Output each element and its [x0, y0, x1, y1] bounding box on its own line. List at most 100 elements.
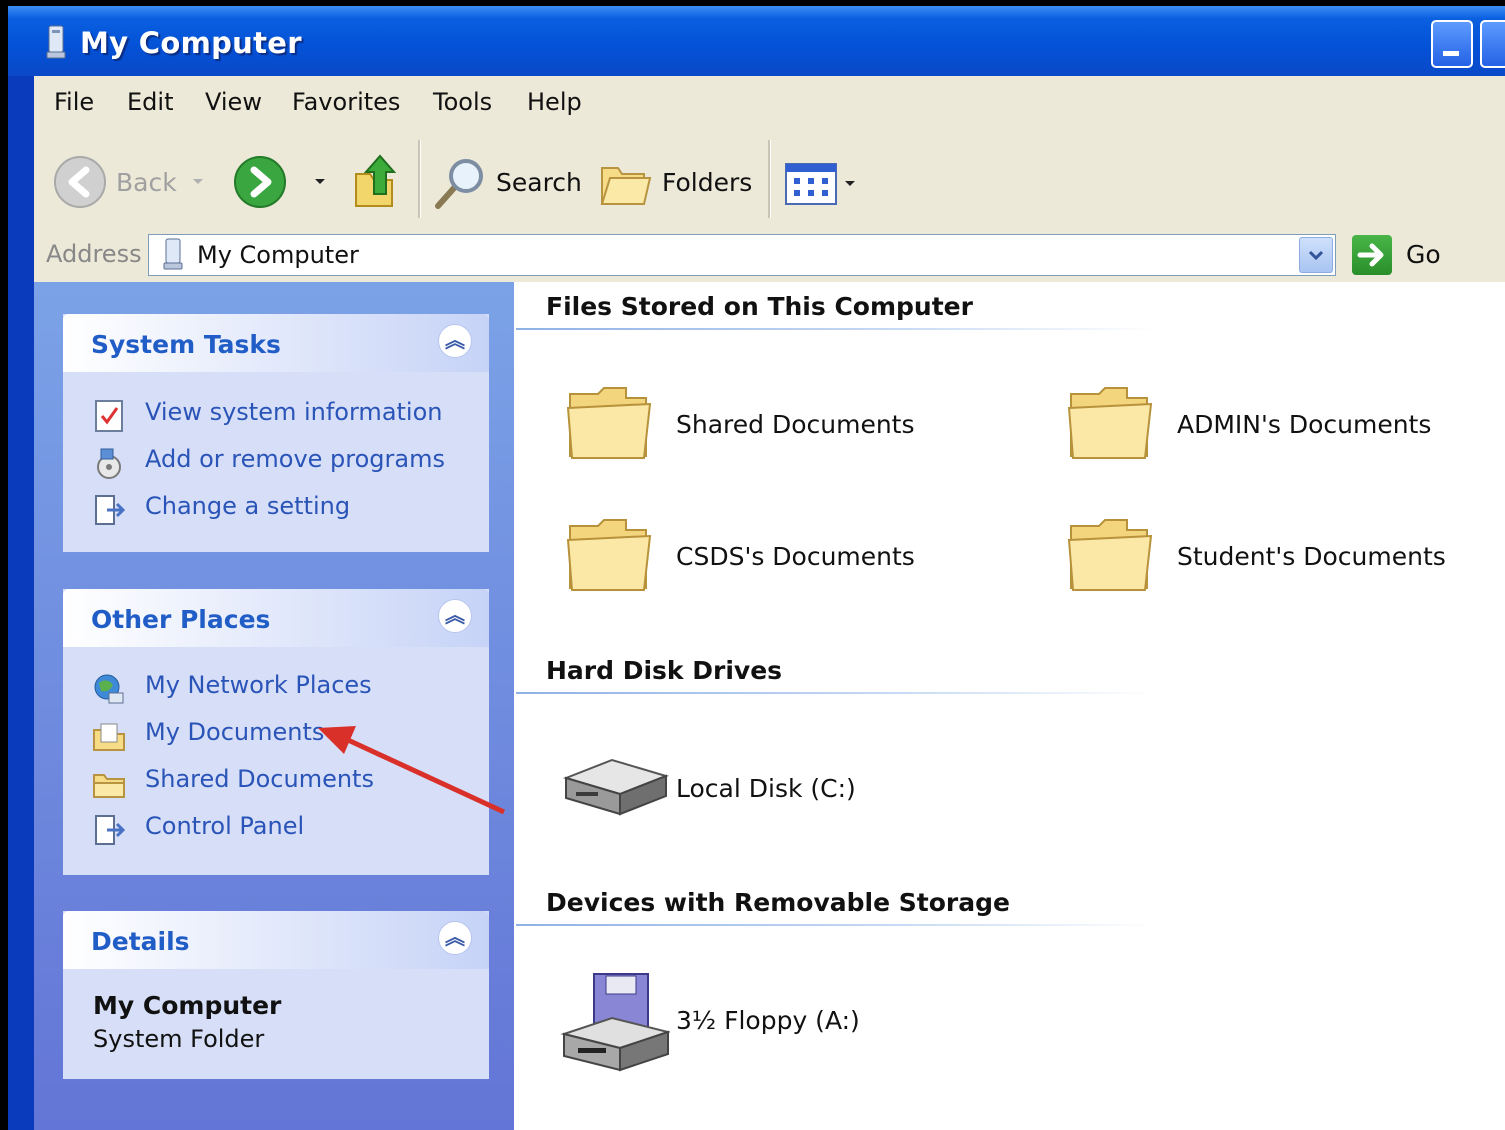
chevron-down-icon: [1308, 250, 1324, 260]
task-label: View system information: [145, 398, 443, 426]
folder-icon: [566, 387, 652, 459]
address-value: My Computer: [197, 241, 359, 269]
task-pane: System Tasks ︽ View system information A…: [34, 282, 514, 1130]
shared-folder-icon: [93, 774, 125, 798]
task-view-system-information[interactable]: View system information: [91, 396, 481, 432]
task-label: Change a setting: [145, 492, 351, 520]
folder-shared-documents[interactable]: Shared Documents: [554, 378, 974, 468]
maximize-button[interactable]: [1480, 20, 1505, 68]
collapse-chevron-icon[interactable]: ︽: [438, 921, 472, 955]
address-bar: Address My Computer Go: [34, 228, 1505, 282]
other-places-panel: Other Places ︽ My Network Places My Docu…: [63, 589, 489, 875]
folder-csds-documents[interactable]: CSDS's Documents: [554, 510, 974, 600]
address-input[interactable]: My Computer: [148, 234, 1336, 276]
place-control-panel[interactable]: Control Panel: [91, 810, 481, 846]
details-type: System Folder: [93, 1025, 265, 1053]
network-places-icon: [94, 674, 124, 704]
system-info-icon: [95, 400, 123, 432]
toolbar-separator: [768, 140, 771, 218]
details-name: My Computer: [93, 991, 282, 1020]
address-label: Address: [46, 240, 142, 268]
floppy-drive-icon: [560, 973, 670, 1072]
details-panel: Details ︽ My Computer System Folder: [63, 911, 489, 1079]
menu-favorites[interactable]: Favorites: [292, 88, 400, 116]
system-tasks-panel: System Tasks ︽ View system information A…: [63, 314, 489, 552]
back-arrow-icon: [54, 156, 106, 208]
drive-local-disk-c[interactable]: Local Disk (C:): [554, 742, 974, 832]
menu-help[interactable]: Help: [527, 88, 582, 116]
panel-title: Other Places: [91, 605, 271, 634]
folder-label: CSDS's Documents: [676, 542, 915, 571]
drive-label: 3½ Floppy (A:): [676, 1006, 860, 1035]
collapse-chevron-icon[interactable]: ︽: [438, 599, 472, 633]
folders-icon: [600, 167, 652, 205]
menu-bar: File Edit View Favorites Tools Help: [34, 76, 1505, 133]
panel-title: Details: [91, 927, 190, 956]
folder-label: Shared Documents: [676, 410, 915, 439]
address-dropdown-button[interactable]: [1299, 237, 1333, 273]
section-title: Files Stored on This Computer: [546, 292, 973, 321]
folder-icon: [1067, 519, 1153, 591]
place-shared-documents[interactable]: Shared Documents: [91, 763, 481, 799]
folders-button[interactable]: Folders: [598, 156, 758, 216]
task-add-remove-programs[interactable]: Add or remove programs: [91, 443, 481, 479]
toolbar-separator: [418, 140, 421, 218]
computer-icon: [163, 238, 183, 270]
place-label: My Network Places: [145, 671, 372, 699]
section-divider: [516, 692, 1156, 694]
folder-admin-documents[interactable]: ADMIN's Documents: [1055, 378, 1475, 468]
folder-label: ADMIN's Documents: [1177, 410, 1432, 439]
window-title: My Computer: [80, 26, 302, 60]
menu-edit[interactable]: Edit: [127, 88, 173, 116]
content-pane: Files Stored on This Computer Shared Doc…: [514, 282, 1505, 1130]
go-button[interactable]: Go: [1406, 240, 1441, 269]
menu-tools[interactable]: Tools: [433, 88, 492, 116]
title-bar[interactable]: My Computer: [8, 6, 1505, 76]
toolbar: Back Search Folders: [34, 132, 1505, 229]
explorer-window: My Computer File Edit View Favorites Too…: [8, 6, 1505, 1130]
back-dropdown-icon[interactable]: [192, 178, 204, 186]
minimize-button[interactable]: [1431, 20, 1473, 68]
back-label: Back: [116, 168, 177, 197]
task-change-setting[interactable]: Change a setting: [91, 490, 481, 526]
place-label: Shared Documents: [145, 765, 374, 793]
place-my-network-places[interactable]: My Network Places: [91, 669, 481, 705]
other-places-header[interactable]: Other Places ︽: [63, 589, 489, 647]
collapse-chevron-icon[interactable]: ︽: [438, 324, 472, 358]
section-title: Devices with Removable Storage: [546, 888, 1010, 917]
drive-label: Local Disk (C:): [676, 774, 856, 803]
system-tasks-header[interactable]: System Tasks ︽: [63, 314, 489, 372]
up-folder-icon[interactable]: [352, 150, 402, 210]
folder-students-documents[interactable]: Student's Documents: [1055, 510, 1475, 600]
views-icon[interactable]: [784, 162, 840, 206]
panel-title: System Tasks: [91, 330, 281, 359]
place-my-documents[interactable]: My Documents: [91, 716, 481, 752]
back-button[interactable]: Back: [52, 154, 202, 210]
add-remove-programs-icon: [97, 448, 121, 479]
section-divider: [516, 328, 1156, 330]
place-label: My Documents: [145, 718, 325, 746]
views-dropdown-icon[interactable]: [844, 180, 856, 188]
task-label: Add or remove programs: [145, 445, 445, 473]
folders-label: Folders: [662, 168, 753, 197]
hard-disk-icon: [562, 758, 670, 816]
control-panel-icon: [95, 815, 126, 845]
my-documents-icon: [93, 723, 125, 751]
folder-label: Student's Documents: [1177, 542, 1446, 571]
go-arrow-icon[interactable]: [1352, 235, 1392, 275]
menu-view[interactable]: View: [205, 88, 262, 116]
search-label: Search: [496, 168, 582, 197]
folder-icon: [566, 519, 652, 591]
section-title: Hard Disk Drives: [546, 656, 783, 685]
forward-arrow-icon[interactable]: [232, 154, 288, 210]
drive-floppy-a[interactable]: 3½ Floppy (A:): [554, 970, 974, 1082]
search-icon: [435, 159, 483, 209]
place-label: Control Panel: [145, 812, 305, 840]
folder-icon: [1067, 387, 1153, 459]
search-button[interactable]: Search: [430, 154, 582, 214]
details-header[interactable]: Details ︽: [63, 911, 489, 969]
forward-dropdown-icon[interactable]: [314, 178, 326, 186]
menu-file[interactable]: File: [54, 88, 94, 116]
control-panel-icon: [95, 495, 126, 525]
computer-icon: [46, 25, 66, 59]
